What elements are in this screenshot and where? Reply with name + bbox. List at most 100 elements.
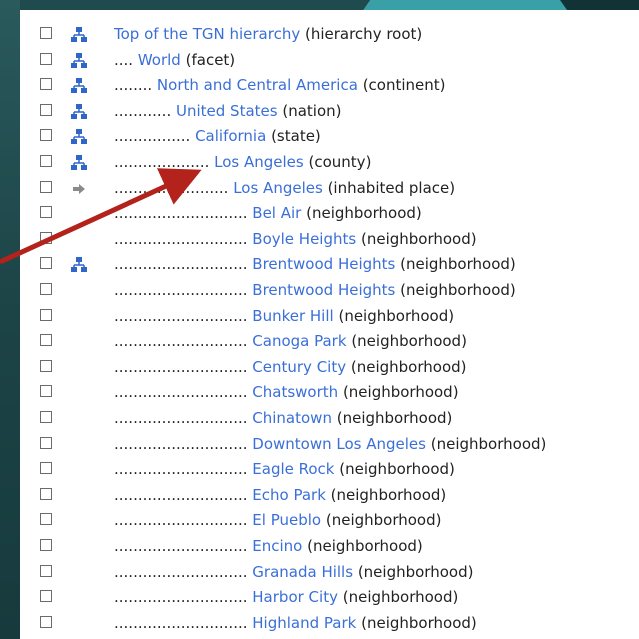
indent-dots: ............................ (114, 511, 253, 530)
place-link[interactable]: Boyle Heights (252, 230, 356, 248)
row-text: ............................ Highland Pa… (114, 611, 477, 635)
row-text: ............................ Canoga Park… (114, 329, 467, 353)
place-type-label: (hierarchy root) (304, 25, 423, 43)
row-checkbox[interactable] (40, 257, 52, 270)
place-link[interactable]: Echo Park (252, 486, 326, 504)
row-text: ................ California (state) (114, 124, 321, 148)
row-text: ............................ Harbor City… (114, 585, 458, 609)
indent-dots: .... (114, 50, 138, 69)
hierarchy-row: Top of the TGN hierarchy (hierarchy root… (20, 22, 639, 46)
place-type-label: (neighborhood) (360, 229, 477, 248)
indent-dots: ............................ (114, 537, 253, 555)
row-checkbox[interactable] (40, 359, 52, 372)
hierarchy-icon[interactable] (70, 77, 88, 94)
indent-dots: ............ (114, 101, 176, 120)
hierarchy-panel: Top of the TGN hierarchy (hierarchy root… (20, 10, 639, 639)
place-link[interactable]: Los Angeles (233, 179, 323, 197)
indent-dots: ............................ (114, 460, 253, 479)
place-link[interactable]: Brentwood Heights (252, 281, 395, 299)
row-checkbox[interactable] (40, 180, 52, 193)
hierarchy-icon[interactable] (70, 52, 88, 68)
place-type-label: (inhabited place) (327, 178, 456, 197)
hierarchy-row: ............ United States (nation) (20, 99, 639, 123)
place-link[interactable]: California (195, 127, 266, 145)
hierarchy-icon[interactable] (70, 256, 88, 273)
row-checkbox[interactable] (40, 283, 52, 295)
indent-dots: ............................ (114, 306, 253, 325)
hierarchy-row: ............................ Harbor City… (20, 585, 639, 609)
hierarchy-icon[interactable] (70, 103, 88, 119)
place-link[interactable]: Bel Air (252, 204, 301, 222)
indent-dots: ............................ (114, 588, 253, 607)
hierarchy-icon[interactable] (70, 128, 88, 145)
place-link[interactable]: El Pueblo (252, 511, 321, 529)
arrow-right-icon[interactable] (70, 180, 88, 196)
hierarchy-row: ............................ Echo Park (… (20, 483, 639, 507)
place-link[interactable]: Eagle Rock (252, 460, 334, 478)
place-type-label: (continent) (362, 76, 446, 95)
row-checkbox[interactable] (40, 206, 52, 219)
hierarchy-row: ............................ El Pueblo (… (20, 508, 639, 532)
row-checkbox[interactable] (40, 155, 52, 167)
place-type-label: (neighborhood) (307, 537, 423, 555)
indent-dots: ............................ (114, 562, 253, 581)
place-link[interactable]: Harbor City (252, 588, 338, 606)
hierarchy-row: ........................ Los Angeles (in… (20, 176, 639, 200)
row-checkbox[interactable] (40, 129, 52, 142)
row-checkbox[interactable] (40, 564, 52, 577)
row-checkbox[interactable] (40, 103, 52, 116)
row-checkbox[interactable] (40, 487, 52, 500)
hierarchy-icon[interactable] (70, 26, 88, 42)
row-checkbox[interactable] (40, 462, 52, 475)
row-checkbox[interactable] (40, 590, 52, 603)
row-text: .... World (facet) (114, 48, 235, 72)
indent-dots: ............................ (114, 204, 253, 223)
place-link[interactable]: Top of the TGN hierarchy (114, 25, 300, 43)
place-link[interactable]: Canoga Park (252, 332, 346, 350)
row-text: ............................ Brentwood H… (114, 278, 516, 302)
row-checkbox[interactable] (40, 411, 52, 423)
hierarchy-row: ............................ Chinatown (… (20, 406, 639, 430)
place-type-label: (county) (308, 153, 372, 171)
place-link[interactable]: Century City (252, 358, 346, 376)
row-checkbox[interactable] (40, 385, 52, 398)
row-checkbox[interactable] (40, 52, 52, 65)
row-checkbox[interactable] (40, 231, 52, 244)
row-checkbox[interactable] (40, 334, 52, 347)
row-checkbox[interactable] (40, 308, 52, 321)
place-type-label: (neighborhood) (330, 485, 447, 504)
hierarchy-row: ............................ Bel Air (ne… (20, 201, 639, 225)
place-link[interactable]: Chinatown (252, 409, 332, 427)
row-text: ............................ Downtown Lo… (114, 432, 546, 456)
hierarchy-row: ............................ Encino (nei… (20, 534, 639, 558)
place-link[interactable]: Granada Hills (252, 563, 353, 581)
row-checkbox[interactable] (40, 539, 52, 551)
place-link[interactable]: World (138, 51, 181, 69)
hierarchy-row: ........ North and Central America (cont… (20, 73, 639, 97)
place-link[interactable]: Los Angeles (214, 153, 304, 171)
place-type-label: (neighborhood) (339, 460, 455, 479)
place-link[interactable]: Chatsworth (252, 383, 338, 401)
row-checkbox[interactable] (40, 513, 52, 526)
row-checkbox[interactable] (40, 27, 52, 39)
place-type-label: (neighborhood) (336, 409, 453, 427)
place-type-label: (neighborhood) (350, 357, 467, 376)
row-checkbox[interactable] (40, 78, 52, 91)
row-checkbox[interactable] (40, 436, 52, 449)
hierarchy-row: ............................ Boyle Heigh… (20, 227, 639, 251)
place-link[interactable]: Bunker Hill (252, 307, 333, 325)
place-link[interactable]: Encino (252, 537, 302, 555)
place-link[interactable]: Highland Park (252, 614, 356, 632)
row-text: ............ United States (nation) (114, 99, 342, 123)
indent-dots: ............................ (114, 485, 253, 504)
row-text: ............................ Bel Air (ne… (114, 201, 422, 225)
place-type-label: (neighborhood) (306, 204, 422, 223)
place-link[interactable]: Brentwood Heights (252, 255, 395, 273)
indent-dots: ................ (114, 127, 196, 146)
hierarchy-row: ............................ Highland Pa… (20, 611, 639, 635)
row-checkbox[interactable] (40, 615, 52, 628)
place-link[interactable]: Downtown Los Angeles (252, 435, 426, 453)
hierarchy-icon[interactable] (70, 154, 88, 170)
place-link[interactable]: North and Central America (157, 76, 358, 94)
place-link[interactable]: United States (176, 102, 278, 120)
